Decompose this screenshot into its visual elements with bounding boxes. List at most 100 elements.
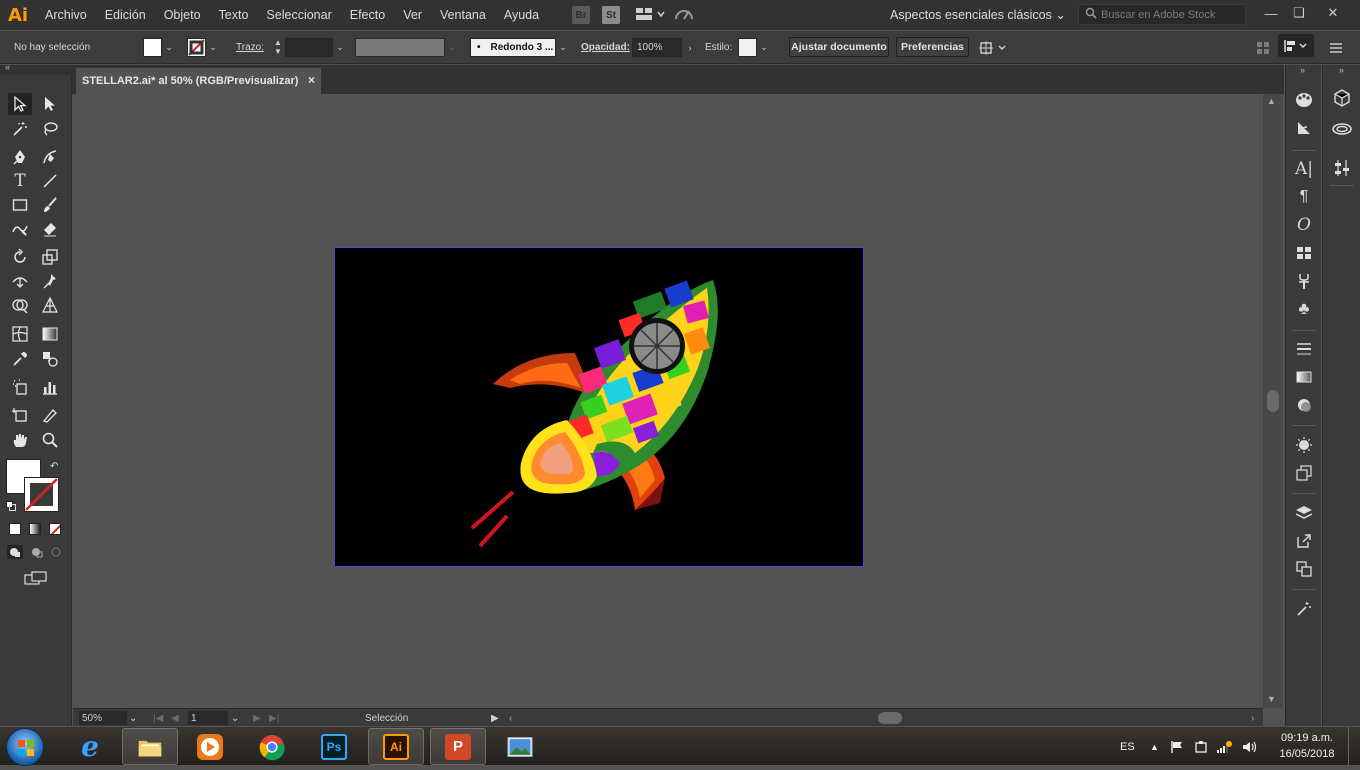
workspace-switcher[interactable]: Aspectos esenciales clásicos ⌄ — [890, 7, 1066, 22]
transparency-panel-icon[interactable] — [1293, 394, 1315, 416]
curvature-tool-icon[interactable] — [38, 146, 62, 168]
menu-objeto[interactable]: Objeto — [155, 0, 210, 30]
paragraph-panel-icon[interactable]: ¶ — [1293, 186, 1315, 208]
stroke-weight-stepper[interactable]: ▲ ▼ ⌄ — [271, 38, 347, 57]
start-button[interactable] — [6, 728, 44, 766]
chevron-right-icon[interactable]: › — [682, 38, 698, 57]
taskbar-powerpoint[interactable]: P — [430, 728, 486, 765]
menu-efecto[interactable]: Efecto — [341, 0, 394, 30]
last-artboard-icon[interactable]: ▶| — [269, 711, 279, 725]
vertical-scroll-thumb[interactable] — [1267, 390, 1279, 412]
taskbar-file-explorer[interactable] — [122, 728, 178, 765]
symbol-sprayer-tool-icon[interactable] — [8, 376, 32, 398]
draw-normal-icon[interactable] — [7, 545, 65, 562]
shape-builder-tool-icon[interactable] — [8, 294, 32, 316]
chevron-down-icon[interactable]: ⌄ — [231, 711, 239, 725]
artboard[interactable] — [334, 247, 864, 567]
system-clock[interactable]: 09:19 a.m. 16/05/2018 — [1276, 730, 1338, 762]
status-menu-arrow-icon[interactable]: ▶ — [491, 711, 499, 725]
align-icon[interactable] — [1278, 34, 1314, 57]
scroll-up-icon[interactable]: ▲ — [1267, 96, 1276, 106]
stroke-swatch-control[interactable]: ⌄ — [187, 38, 220, 57]
panel-options-icon[interactable] — [1256, 38, 1270, 57]
previous-artboard-icon[interactable]: ◀ — [171, 711, 179, 725]
current-tool-status[interactable]: Selección — [365, 711, 408, 725]
column-graph-tool-icon[interactable] — [38, 376, 62, 398]
align-properties-icon[interactable] — [1331, 157, 1353, 179]
tools-collapse-strip[interactable]: « — [0, 62, 72, 75]
chevron-down-icon[interactable]: ⌄ — [162, 38, 176, 57]
shaper-tool-icon[interactable] — [8, 218, 32, 240]
scroll-right-icon[interactable]: › — [1251, 711, 1254, 725]
brushes-panel-icon[interactable] — [1293, 270, 1315, 292]
document-tab[interactable]: STELLAR2.ai* al 50% (RGB/Previsualizar) … — [76, 68, 321, 94]
close-tab-icon[interactable]: × — [308, 73, 315, 87]
action-center-flag-icon[interactable] — [1170, 727, 1184, 766]
appearance-panel-icon[interactable] — [1293, 434, 1315, 456]
color-guide-icon[interactable] — [1293, 89, 1315, 111]
vertical-scrollbar[interactable]: ▲ ▼ — [1263, 94, 1283, 708]
menu-ver[interactable]: Ver — [394, 0, 431, 30]
stroke-none-swatch[interactable] — [187, 38, 206, 57]
swatches-panel-icon[interactable] — [1293, 242, 1315, 264]
swap-colors-icon[interactable]: ↶ — [50, 461, 58, 472]
artboard-tool-icon[interactable] — [8, 404, 32, 426]
stroke-color-swatch[interactable] — [24, 477, 59, 512]
fill-swatch[interactable] — [143, 38, 162, 57]
export-asset-icon[interactable] — [1293, 530, 1315, 552]
variable-width-profile[interactable]: ⌄ — [355, 38, 459, 57]
expand-panels-icon[interactable]: » — [1339, 65, 1344, 75]
language-indicator[interactable]: ES — [1120, 727, 1135, 766]
scroll-left-icon[interactable]: ‹ — [509, 711, 512, 725]
minimize-icon[interactable]: — — [1256, 0, 1286, 26]
taskbar-internet-explorer[interactable]: e — [62, 728, 118, 765]
artboard-number-field[interactable]: 1 — [188, 711, 228, 725]
zoom-tool-icon[interactable] — [38, 429, 62, 451]
paintbrush-tool-icon[interactable] — [38, 194, 62, 216]
next-artboard-icon[interactable]: ▶ — [253, 711, 261, 725]
chevron-down-icon[interactable]: ⌄ — [333, 38, 347, 57]
lasso-tool-icon[interactable] — [38, 118, 62, 140]
creative-cloud-libraries-icon[interactable] — [1331, 117, 1353, 139]
puppet-warp-tool-icon[interactable] — [38, 270, 62, 292]
graphic-style-control[interactable]: ⌄ — [738, 38, 771, 57]
isolate-object-icon[interactable] — [978, 38, 1008, 57]
taskbar-illustrator[interactable]: Ai — [368, 728, 424, 765]
screen-mode-icon[interactable] — [24, 570, 48, 589]
first-artboard-icon[interactable]: |◀ — [153, 711, 163, 725]
menu-seleccionar[interactable]: Seleccionar — [257, 0, 340, 30]
arrange-documents-icon[interactable] — [636, 7, 666, 24]
eyedropper-tool-icon[interactable] — [8, 348, 32, 370]
fill-swatch-control[interactable]: ⌄ — [143, 38, 176, 57]
stroke-panel-icon[interactable] — [1293, 338, 1315, 360]
stroke-label[interactable]: Trazo: — [236, 38, 264, 57]
gpu-performance-icon[interactable] — [674, 5, 694, 26]
line-segment-tool-icon[interactable] — [38, 170, 62, 192]
menu-texto[interactable]: Texto — [210, 0, 258, 30]
color-mode-icon[interactable] — [9, 523, 21, 535]
show-hidden-icons[interactable]: ▲ — [1150, 727, 1159, 766]
opacity-label[interactable]: Opacidad: — [581, 38, 630, 57]
restore-icon[interactable]: ❏ — [1284, 0, 1314, 26]
gradient-tool-icon[interactable] — [38, 323, 62, 345]
zoom-field[interactable]: 50% — [79, 711, 127, 725]
eraser-tool-icon[interactable] — [38, 218, 62, 240]
bridge-button[interactable]: Br — [572, 6, 591, 24]
opentype-panel-icon[interactable]: O — [1293, 214, 1315, 236]
preferences-button[interactable]: Preferencias — [896, 36, 969, 57]
opacity-field[interactable]: 100% — [632, 38, 682, 57]
graphic-styles-panel-icon[interactable] — [1293, 462, 1315, 484]
hand-tool-icon[interactable] — [8, 429, 32, 451]
stepper-arrows-icon[interactable]: ▲ ▼ — [271, 38, 285, 57]
gradient-mode-icon[interactable] — [29, 523, 41, 535]
taskbar-photoshop[interactable]: Ps — [306, 728, 362, 765]
chevron-down-icon[interactable]: ⌄ — [206, 38, 220, 57]
chevron-down-icon[interactable]: ⌄ — [757, 38, 771, 57]
width-tool-icon[interactable] — [8, 270, 32, 292]
stock-button[interactable]: St — [602, 6, 621, 24]
scroll-down-icon[interactable]: ▼ — [1267, 694, 1276, 704]
slice-tool-icon[interactable] — [38, 404, 62, 426]
gradient-panel-icon[interactable] — [1293, 366, 1315, 388]
brush-field[interactable]: • Redondo 3 ... — [470, 38, 556, 57]
close-icon[interactable]: ✕ — [1318, 0, 1348, 26]
